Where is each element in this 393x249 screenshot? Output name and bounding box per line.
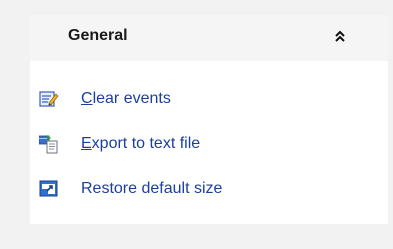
clear-events-link[interactable]: Clear events — [81, 89, 171, 108]
export-to-text-file-link[interactable]: Export to text file — [81, 134, 200, 153]
clear-events-label-rest: lear events — [92, 90, 171, 107]
panel-header: General — [30, 15, 388, 61]
restore-size-icon — [39, 179, 59, 199]
general-panel: General Clear events Export to text file… — [30, 15, 388, 224]
collapse-button[interactable] — [328, 25, 352, 47]
export-mnemonic: E — [81, 135, 92, 152]
restore-default-size-link[interactable]: Restore default size — [81, 179, 222, 198]
double-chevron-up-icon — [335, 30, 345, 42]
export-label-rest: xport to text file — [91, 135, 201, 152]
edit-note-icon — [39, 89, 59, 109]
panel-title: General — [68, 27, 128, 44]
export-file-icon — [39, 134, 59, 154]
clear-events-mnemonic: C — [81, 90, 93, 107]
